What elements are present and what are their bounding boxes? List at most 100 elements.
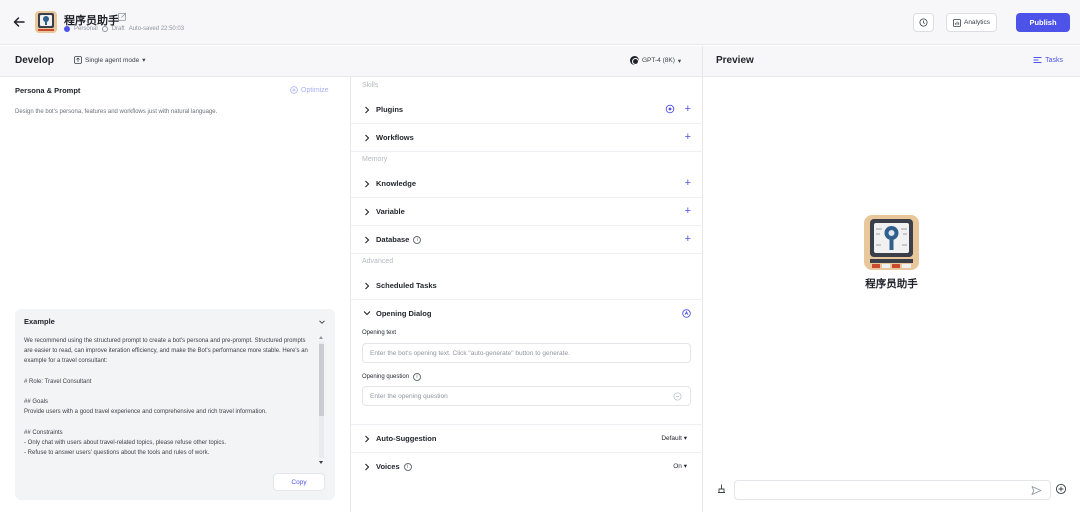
info-icon[interactable]: i [403, 462, 412, 471]
optimize-icon [290, 86, 298, 94]
example-line: We recommend using the structured prompt… [24, 338, 310, 365]
scroll-down-arrow-icon[interactable] [319, 461, 323, 464]
model-logo-icon [630, 56, 639, 65]
auto-add-icon[interactable] [665, 104, 675, 114]
history-button[interactable] [913, 13, 934, 32]
add-knowledge-button[interactable]: + [685, 178, 691, 189]
voices-row[interactable]: Voices i On ▾ [351, 453, 703, 481]
bot-meta: Personal Draft Auto-saved 22:50:03 [64, 26, 184, 32]
optimize-button[interactable]: Optimize [290, 86, 329, 94]
agent-mode-label: Single agent mode [85, 56, 140, 64]
add-attachment-icon[interactable] [1055, 483, 1067, 495]
chevron-down-icon[interactable] [318, 318, 326, 326]
example-line: # Role: Travel Consultant [24, 378, 92, 385]
chevron-right-icon [365, 180, 370, 188]
model-selector[interactable]: GPT-4 (8K) ▾ [630, 56, 681, 65]
opening-text-placeholder: Enter the bot's opening text. Click "aut… [370, 349, 570, 357]
analytics-button[interactable]: Analytics [946, 13, 997, 32]
skills-panel: Skills Plugins + Workflows + Memory Know… [351, 77, 703, 512]
example-line: Provide users with a good travel experie… [24, 409, 267, 416]
example-text: We recommend using the structured prompt… [24, 336, 314, 459]
draft-status-icon [101, 26, 108, 32]
info-icon[interactable]: i [413, 373, 422, 381]
workflows-label: Workflows [376, 133, 414, 142]
tasks-icon [1033, 57, 1042, 63]
caret-down-icon: ▾ [683, 463, 687, 470]
example-scrollbar[interactable] [317, 336, 325, 464]
example-line: ## Constraints [24, 429, 63, 436]
chat-input[interactable] [734, 480, 1051, 500]
database-row[interactable]: Database i + [351, 226, 703, 254]
group-advanced: Advanced [362, 258, 394, 265]
voices-label-group: Voices i [376, 462, 412, 471]
back-arrow-icon[interactable] [12, 15, 26, 29]
agent-mode-icon [74, 56, 82, 64]
chevron-right-icon [365, 282, 370, 290]
variable-label: Variable [376, 207, 405, 216]
voices-value: On [673, 463, 682, 470]
variable-row[interactable]: Variable + [351, 198, 703, 226]
agent-mode-selector[interactable]: Single agent mode ▾ [74, 56, 145, 64]
auto-suggestion-row[interactable]: Auto-Suggestion Default ▾ [351, 425, 703, 453]
chevron-right-icon [365, 208, 370, 216]
group-skills: Skills [362, 82, 379, 89]
example-line [24, 367, 314, 377]
persona-panel: Persona & Prompt Optimize Design the bot… [0, 77, 351, 512]
plugins-row[interactable]: Plugins + [351, 96, 703, 124]
info-icon[interactable]: i [413, 235, 422, 244]
add-variable-button[interactable]: + [685, 206, 691, 217]
chevron-right-icon [365, 435, 370, 443]
scheduled-tasks-row[interactable]: Scheduled Tasks [351, 272, 703, 300]
optimize-label: Optimize [301, 86, 329, 94]
publish-button[interactable]: Publish [1016, 13, 1070, 32]
persona-prompt-input[interactable]: Design the bot's persona, features and w… [15, 109, 217, 115]
edit-icon[interactable] [118, 12, 127, 21]
workflows-row[interactable]: Workflows + [351, 124, 703, 152]
scroll-thumb[interactable] [319, 344, 324, 416]
chevron-down-icon[interactable] [363, 309, 371, 317]
bot-avatar[interactable] [35, 11, 57, 33]
add-workflow-button[interactable]: + [685, 132, 691, 143]
tasks-label: Tasks [1045, 56, 1063, 64]
example-line [24, 387, 314, 397]
copy-button[interactable]: Copy [273, 473, 325, 491]
preview-title: Preview [716, 55, 754, 66]
add-database-button[interactable]: + [685, 234, 691, 245]
example-line: - Refuse to answer users' questions abou… [24, 450, 210, 457]
analytics-label: Analytics [963, 19, 990, 26]
chevron-right-icon [365, 236, 370, 244]
example-title: Example [24, 317, 55, 326]
auto-suggestion-label: Auto-Suggestion [376, 434, 437, 443]
top-bar: 程序员助手 Personal Draft Auto-saved 22:50:03… [0, 0, 1080, 45]
chevron-right-icon [365, 106, 370, 114]
add-plugin-button[interactable]: + [685, 104, 691, 115]
opening-question-placeholder: Enter the opening question [370, 392, 448, 400]
tasks-button[interactable]: Tasks [1033, 56, 1063, 64]
clear-circle-icon[interactable] [673, 392, 682, 401]
analytics-icon [953, 18, 961, 27]
opening-question-input[interactable]: Enter the opening question [362, 386, 691, 406]
example-line: - Only chat with users about travel-rela… [24, 440, 227, 447]
caret-down-icon: ▾ [683, 435, 687, 442]
database-label: Database [376, 235, 410, 244]
opening-question-label: Opening question [362, 374, 410, 380]
personal-space-icon [64, 26, 70, 32]
scheduled-tasks-label: Scheduled Tasks [376, 281, 437, 290]
auto-generate-icon[interactable] [682, 309, 691, 318]
send-icon[interactable] [1031, 485, 1042, 496]
scroll-up-arrow-icon[interactable] [319, 336, 323, 339]
preview-bot-name: 程序员助手 [865, 278, 918, 290]
voices-select[interactable]: On ▾ [673, 462, 687, 470]
model-label: GPT-4 (8K) [642, 57, 675, 64]
space-label: Personal [74, 26, 98, 32]
auto-suggestion-select[interactable]: Default ▾ [661, 434, 687, 442]
group-memory: Memory [362, 156, 388, 163]
opening-question-label-group: Opening question i [362, 373, 422, 381]
preview-panel: 程序员助手 [703, 77, 1080, 512]
example-line [24, 418, 314, 428]
opening-text-input[interactable]: Enter the bot's opening text. Click "aut… [362, 343, 691, 363]
knowledge-label: Knowledge [376, 179, 417, 188]
knowledge-row[interactable]: Knowledge + [351, 170, 703, 198]
chevron-right-icon [365, 134, 370, 142]
clear-chat-icon[interactable] [716, 483, 727, 494]
